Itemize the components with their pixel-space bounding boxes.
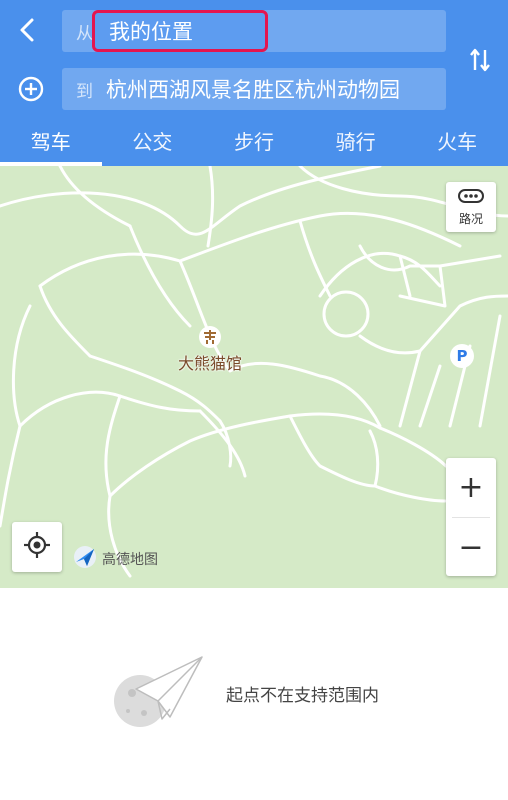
origin-field[interactable]: 从 我的位置	[62, 10, 446, 52]
landmark-icon	[199, 326, 221, 348]
destination-prefix: 到	[76, 81, 93, 102]
poi-label: 大熊猫馆	[178, 354, 243, 373]
map-brand-logo: 高德地图	[72, 544, 158, 574]
destination-value: 杭州西湖风景名胜区杭州动物园	[106, 78, 400, 102]
chevron-left-icon	[17, 17, 39, 47]
traffic-label: 路况	[458, 211, 483, 226]
brand-label: 高德地图	[102, 552, 158, 568]
zoom-in-button[interactable]: +	[446, 458, 496, 517]
back-button[interactable]	[10, 14, 46, 50]
paper-plane-moon-icon	[110, 651, 206, 735]
swap-route-button[interactable]	[462, 44, 498, 80]
route-planner-screen: 从 我的位置 到 杭州西湖风景名胜区杭州动物园 驾车 公交 步行 骑行 火车 大…	[0, 0, 508, 800]
zoom-controls: + −	[446, 458, 496, 576]
empty-state-message: 起点不在支持范围内	[226, 685, 379, 706]
traffic-toggle-button[interactable]: 路况	[446, 182, 496, 232]
map-view[interactable]: 大熊猫馆 P 路况 + − 高德地图	[0, 166, 508, 588]
parking-icon[interactable]: P	[450, 344, 474, 368]
map-roads	[0, 166, 508, 578]
tab-walking[interactable]: 步行	[203, 120, 305, 166]
zoom-out-button[interactable]: −	[446, 518, 496, 577]
empty-state: 起点不在支持范围内	[110, 648, 410, 738]
tab-cycling[interactable]: 骑行	[305, 120, 407, 166]
tab-train[interactable]: 火车	[406, 120, 508, 166]
route-header: 从 我的位置 到 杭州西湖风景名胜区杭州动物园 驾车 公交 步行 骑行 火车	[0, 0, 508, 166]
route-result-panel: 起点不在支持范围内	[0, 588, 508, 800]
add-waypoint-button[interactable]	[14, 74, 48, 108]
poi-panda-hall[interactable]: 大熊猫馆	[178, 326, 242, 374]
transport-mode-tabs: 驾车 公交 步行 骑行 火车	[0, 120, 508, 166]
plus-circle-icon	[17, 75, 45, 107]
amap-logo-icon	[72, 544, 98, 574]
swap-vertical-icon	[468, 46, 492, 78]
crosshair-icon	[23, 531, 51, 563]
origin-value[interactable]: 我的位置	[92, 10, 268, 52]
locate-me-button[interactable]	[12, 522, 62, 572]
tab-driving[interactable]: 驾车	[0, 120, 102, 166]
tab-bus[interactable]: 公交	[102, 120, 204, 166]
destination-field[interactable]: 到 杭州西湖风景名胜区杭州动物园	[62, 68, 446, 110]
parking-label: P	[456, 347, 468, 365]
traffic-icon	[458, 188, 484, 208]
